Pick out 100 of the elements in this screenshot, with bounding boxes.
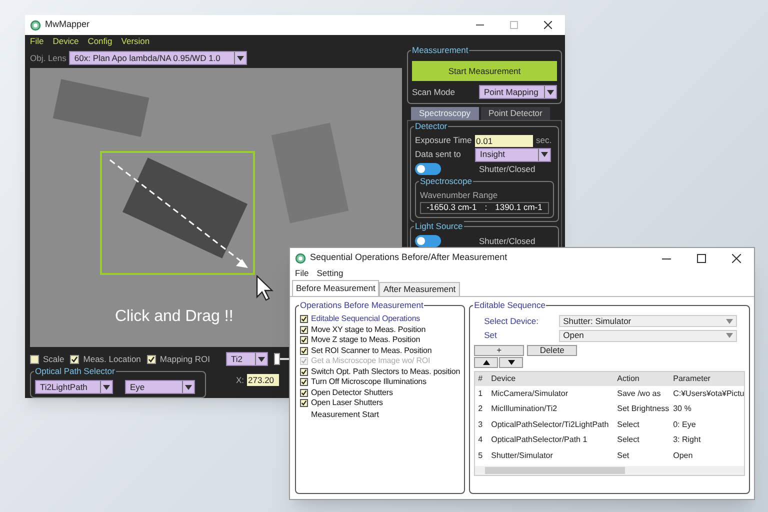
path-dropdown[interactable]: Ti2LightPath <box>35 380 113 394</box>
window-title: Sequential Operations Before/After Measurement <box>310 251 508 264</box>
group-title: Editable Sequence <box>473 300 546 311</box>
table-cell-text: Open <box>673 450 694 462</box>
column-header[interactable]: Action <box>617 373 674 385</box>
checkbox[interactable] <box>70 354 80 364</box>
toggle-switch[interactable] <box>415 234 441 247</box>
app-logo-icon <box>30 20 41 30</box>
group-title: Optical Path Selector <box>34 366 116 377</box>
checkbox[interactable] <box>146 354 156 364</box>
operation-label: Open Laser Shutters <box>311 397 383 409</box>
checkbox[interactable] <box>300 399 308 407</box>
table-cell-text: MicIllumination/Ti2 <box>490 403 558 416</box>
table-cell-text: 3: Right <box>673 434 702 446</box>
close-icon[interactable] <box>732 254 741 262</box>
menu-item[interactable]: File <box>30 34 44 48</box>
caret-icon <box>547 90 554 94</box>
checkbox[interactable] <box>300 315 308 323</box>
table-cell-text: Set <box>617 450 630 462</box>
caret-icon <box>258 356 266 362</box>
move-down-button[interactable] <box>499 357 524 368</box>
table-row[interactable]: 4 OpticalPathSelector/Path 1 Select 3: Right <box>475 432 744 448</box>
exposure-input-field[interactable]: 0.01 <box>475 134 533 146</box>
group-title: Light Source <box>414 220 464 232</box>
menu-item[interactable]: File <box>295 267 309 280</box>
range-label: Wavenumber Range <box>420 188 499 202</box>
app-logo-icon <box>295 252 306 264</box>
operation-label: Editable Sequencial Operations <box>311 313 420 325</box>
table-row[interactable]: 5 Shutter/Simulator Set Open <box>475 448 744 464</box>
checkbox-label: Meas. Location <box>83 352 141 366</box>
microscope-dropdown[interactable]: Ti2 <box>226 352 268 366</box>
window-title: MwMapper <box>45 18 91 32</box>
menu-item[interactable]: Device <box>52 34 79 48</box>
horizontal-scrollbar[interactable] <box>475 466 744 474</box>
set-dropdown[interactable]: Open <box>559 330 738 342</box>
range-separator: : <box>484 201 488 214</box>
lens-dropdown[interactable]: 60x: Plan Apo lambda/NA 0.95/WD 1.0 <box>69 51 248 65</box>
caret-icon <box>726 333 734 338</box>
checkbox[interactable] <box>30 354 39 364</box>
maximize-icon[interactable] <box>697 254 706 262</box>
checkbox[interactable] <box>300 368 308 376</box>
group-title: Spectroscope <box>419 176 473 187</box>
shutter-label: Shutter/Closed <box>479 234 536 248</box>
operation-label: Set ROI Scanner to Meas. Position <box>311 344 432 356</box>
data-target-label: Data sent to <box>415 148 462 161</box>
table-cell-text: 0: Eye <box>673 418 697 431</box>
table-cell-text: 3 <box>477 418 484 431</box>
shutter-label: Shutter/Closed <box>479 163 536 176</box>
slider-thumb[interactable] <box>274 353 280 365</box>
check-icon <box>148 356 155 362</box>
check-icon <box>71 356 78 362</box>
caret-icon <box>237 56 244 60</box>
column-header[interactable]: # <box>475 373 488 385</box>
menu-item[interactable]: Setting <box>316 267 344 280</box>
operation-label: Switch Opt. Path Slectors to Meas. position <box>311 366 460 378</box>
checkbox[interactable] <box>300 346 308 354</box>
toggle-switch[interactable] <box>415 163 441 176</box>
column-header[interactable]: Device <box>487 373 618 385</box>
up-triangle-icon <box>482 360 490 365</box>
start-button[interactable]: Start Measurement <box>412 61 557 82</box>
scan-mode-label: Scan Mode <box>412 86 455 98</box>
range-min: -1650.3 cm-1 <box>426 201 477 214</box>
x-input-field[interactable]: 273.20 <box>247 374 280 386</box>
table-row[interactable]: 2 MicIllumination/Ti2 Set Brightness 30 % <box>475 402 744 417</box>
checkbox[interactable] <box>300 378 308 386</box>
close-icon[interactable] <box>544 21 552 29</box>
caret-icon <box>185 384 192 390</box>
range-max: 1390.1 cm-1 <box>495 201 542 214</box>
group-title: Detector <box>414 121 448 132</box>
tab[interactable]: Before Measurement <box>292 280 380 296</box>
caret-icon <box>103 384 110 390</box>
x-label: X: <box>236 374 244 387</box>
operation-label: Open Detector Shutters <box>311 386 393 398</box>
checkbox[interactable] <box>300 336 308 344</box>
data-target-dropdown[interactable]: Insight <box>475 148 551 162</box>
checkbox[interactable] <box>300 388 308 396</box>
table-cell: C:¥Users¥ota¥Pictu <box>673 388 744 400</box>
checkbox[interactable] <box>300 326 308 334</box>
menu-item[interactable]: Config <box>88 34 112 48</box>
table-row[interactable]: 1 MicCamera/Simulator Save /wo as C:¥Users¥ota¥Pictu <box>475 386 744 402</box>
group-title: Meassurement <box>411 45 470 56</box>
table-row[interactable]: 3 OpticalPathSelector/Ti2LightPath Select 0: Eye <box>475 417 744 432</box>
roi-rectangle[interactable] <box>100 151 255 275</box>
unit-label: sec. <box>536 134 552 147</box>
device-dropdown[interactable]: Shutter: Simulator <box>559 315 738 327</box>
add-button[interactable]: + <box>474 345 524 356</box>
delete-button[interactable]: Delete <box>527 345 578 356</box>
tab[interactable]: After Measurement <box>379 282 460 296</box>
table-cell-text: Select <box>617 434 640 446</box>
column-header[interactable]: Parameter <box>673 373 744 385</box>
scan-mode-dropdown[interactable]: Point Mapping <box>479 85 557 99</box>
move-up-button[interactable] <box>474 357 498 368</box>
port-dropdown[interactable]: Eye <box>125 380 195 394</box>
caret-icon <box>726 318 734 324</box>
tab[interactable]: Point Detector <box>480 107 550 120</box>
table-cell-text: OpticalPathSelector/Path 1 <box>490 434 588 446</box>
exposure-label: Exposure Time <box>415 134 473 147</box>
menu-item[interactable]: Version <box>121 34 150 48</box>
table-cell-text: 30 % <box>673 403 692 416</box>
table-cell-text: 1 <box>477 388 484 400</box>
